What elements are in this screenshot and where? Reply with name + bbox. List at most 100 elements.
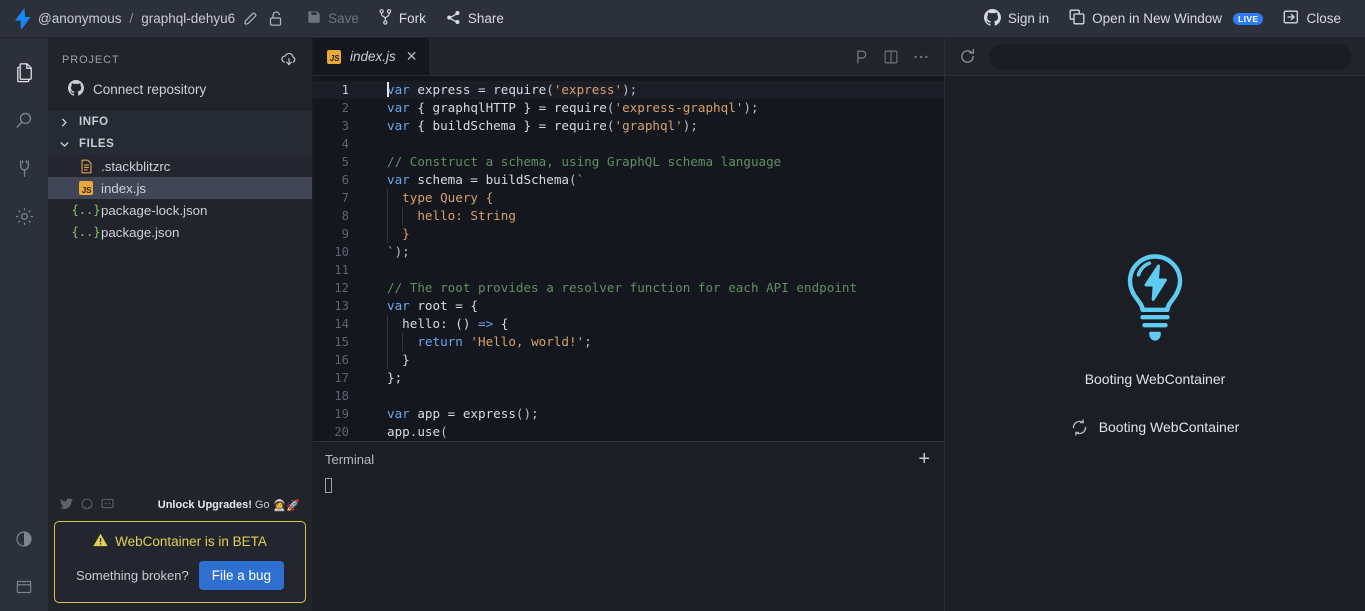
project-section-label: PROJECT [62,54,120,66]
save-label: Save [328,11,359,26]
chevron-down-icon [58,140,71,149]
half-circle-icon[interactable] [0,515,48,563]
js-file-icon: JS [326,49,342,65]
terminal-cursor [325,478,332,493]
account-name[interactable]: @anonymous [36,11,124,26]
terminal-title: Terminal [325,451,375,467]
line-number: 5 [341,155,349,169]
preview-content: Booting WebContainer Booting WebContaine… [945,76,1365,611]
stackblitz-logo-icon[interactable] [10,7,36,30]
sign-in-button[interactable]: Sign in [974,4,1059,34]
unlocked-padlock-icon[interactable] [263,6,289,32]
file-item-label: index.js [101,180,147,196]
terminal-output[interactable] [313,476,944,611]
code-token: ); [743,100,759,115]
project-name[interactable]: graphql-dehyu6 [139,11,237,26]
github-icon[interactable] [81,498,93,513]
breadcrumb-separator: / [129,11,134,26]
panel-icon[interactable] [0,563,48,611]
sidebar-section-info[interactable]: INFO [48,111,312,133]
twitter-icon[interactable] [60,497,73,513]
code-token: require [553,118,607,133]
code-line: 6 var schema = buildSchema(` [313,171,944,189]
code-token: => [478,316,494,331]
file-item-package-lock-json[interactable]: {..} package-lock.json [48,199,312,221]
fork-button[interactable]: Fork [369,4,436,34]
code-token: root = { [409,298,478,313]
code-token: } [387,352,410,367]
code-line: 9 } [313,225,944,243]
beta-question-label: Something broken? [75,568,189,583]
fork-icon [379,9,392,28]
line-number: 8 [341,209,349,223]
code-token: var [387,172,410,187]
open-in-new-window-button[interactable]: Open in New Window LIVE [1059,4,1273,34]
prettier-icon[interactable] [848,44,874,70]
magnifier-icon[interactable] [0,96,48,144]
terminal-header: Terminal + [313,442,944,476]
code-token: app = [409,406,463,421]
code-token: 'express-graphql' [614,100,744,115]
sign-in-label: Sign in [1007,11,1050,26]
file-item-label: package-lock.json [101,202,208,218]
close-icon[interactable]: ✕ [404,48,418,65]
reload-icon[interactable] [955,45,979,69]
editor-tab-index-js[interactable]: JS index.js ✕ [313,38,429,75]
code-token: var [387,298,410,313]
beta-action-row: Something broken? File a bug [65,561,295,590]
code-line-text: // The root provides a resolver function… [361,279,857,297]
gear-icon[interactable] [0,192,48,240]
code-token: ` [387,244,395,259]
line-number: 11 [334,263,349,277]
code-token: 'express' [553,82,623,97]
sidebar-section-info-label: INFO [79,116,109,128]
code-line: 8 hello: String [313,207,944,225]
file-a-bug-button[interactable]: File a bug [198,561,285,590]
code-line: 3 var { buildSchema } = require('graphql'… [313,117,944,135]
beta-title-row: WebContainer is in BETA [65,533,295,550]
discord-icon[interactable] [101,498,114,512]
preview-url-input[interactable] [989,43,1351,70]
code-line-text: }; [361,369,402,387]
close-button[interactable]: Close [1273,4,1351,34]
code-line: 2 var { graphqlHTTP } = require('express-… [313,99,944,117]
file-item-index-js[interactable]: JS index.js [48,177,312,199]
code-line-text: `); [361,243,410,261]
save-button[interactable]: Save [297,4,369,34]
cloud-download-icon[interactable] [280,52,298,68]
code-token: return [387,334,471,349]
js-file-icon: JS [78,180,94,196]
share-button[interactable]: Share [436,4,514,34]
code-line: 12 // The root provides a resolver functi… [313,279,944,297]
connect-repository-button[interactable]: Connect repository [48,74,312,111]
line-number: 6 [341,173,349,187]
project-sidebar: PROJECT Connect repository INFO FILES .s… [48,38,313,611]
file-item-package-json[interactable]: {..} package.json [48,221,312,243]
plug-icon[interactable] [0,144,48,192]
line-number: 12 [334,281,349,295]
preview-pane: Booting WebContainer Booting WebContaine… [945,38,1365,611]
code-line: 17}; [313,369,944,387]
indent-guide [387,207,388,225]
line-number: 1 [341,83,349,97]
code-token: hello: () [387,316,478,331]
code-editor[interactable]: 1 var express = require('express'); 2 var {… [313,76,944,441]
split-editor-icon[interactable] [878,44,904,70]
files-icon[interactable] [0,48,48,96]
file-item-stackblitzrc[interactable]: .stackblitzrc [48,155,312,177]
line-number: 10 [334,245,349,259]
code-token: use [417,424,441,439]
code-token: var [387,100,410,115]
plus-icon[interactable]: + [918,449,930,469]
code-token: 'graphql' [614,118,683,133]
unlock-upgrades-link[interactable]: Unlock Upgrades! Go 🧑‍🚀🚀 [158,499,300,512]
code-token: var [387,82,410,97]
sidebar-section-files[interactable]: FILES [48,133,312,155]
header-right-group: Sign in Open in New Window LIVE Close [974,4,1351,34]
code-line-text: var { buildSchema } = require('graphql')… [361,117,698,135]
pencil-icon[interactable] [237,6,263,32]
more-options-icon[interactable] [908,44,934,70]
code-line-text: var schema = buildSchema(` [361,171,584,189]
code-token: type Query { [387,190,494,205]
close-label: Close [1306,11,1341,26]
